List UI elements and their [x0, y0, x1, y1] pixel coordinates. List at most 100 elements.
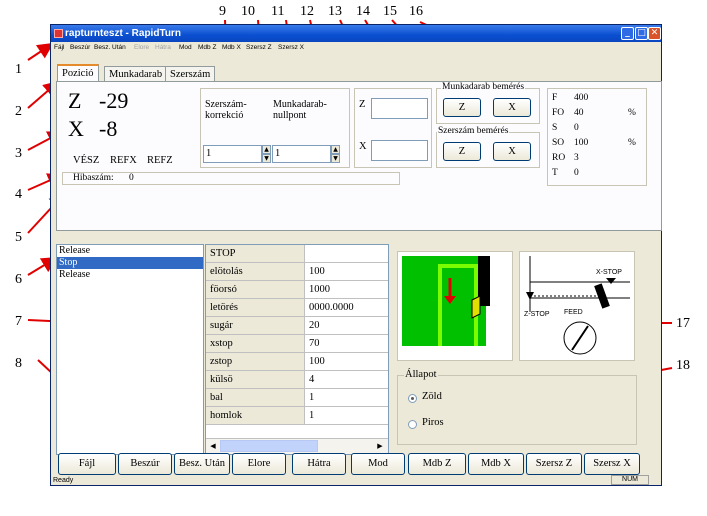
- elore-button[interactable]: Elore: [232, 453, 286, 475]
- param-key: zstop: [206, 353, 305, 370]
- menu-mod[interactable]: Mod: [179, 42, 192, 54]
- param-value[interactable]: 100: [307, 263, 325, 280]
- list-item[interactable]: Release: [57, 269, 203, 281]
- menu-szersz-x[interactable]: Szersz X: [278, 42, 304, 54]
- table-row[interactable]: letörés 0000.0000: [206, 299, 388, 317]
- table-row[interactable]: bal 1: [206, 389, 388, 407]
- state-red-label[interactable]: Piros: [422, 417, 444, 428]
- param-key: elötolás: [206, 263, 305, 280]
- app-icon: [54, 29, 63, 38]
- mod-button[interactable]: Mod: [351, 453, 405, 475]
- tool-teach-z-button[interactable]: Z: [443, 142, 481, 161]
- menu-elore[interactable]: Elore: [134, 42, 149, 54]
- flag-vesz: VÉSZ: [73, 155, 100, 166]
- list-item[interactable]: Stop: [57, 257, 203, 269]
- list-item[interactable]: Release: [57, 245, 203, 257]
- menu-fajl[interactable]: Fájl: [54, 42, 64, 54]
- close-button[interactable]: ✕: [648, 27, 661, 40]
- table-row[interactable]: elötolás 100: [206, 263, 388, 281]
- state-red-radio[interactable]: [408, 420, 417, 429]
- work-zero-field[interactable]: 1: [272, 145, 331, 163]
- callout-18: 18: [676, 358, 690, 373]
- param-key: homlok: [206, 407, 305, 424]
- table-row[interactable]: STOP: [206, 245, 388, 263]
- table-row[interactable]: külsö 4: [206, 371, 388, 389]
- param-value[interactable]: 1: [307, 407, 314, 424]
- param-value[interactable]: 70: [307, 335, 320, 352]
- scroll-thumb[interactable]: [220, 440, 318, 452]
- workpiece-teach-label: Munkadarab bemérés: [441, 82, 526, 92]
- status-ro-key: RO: [552, 153, 566, 163]
- menu-besz-utan[interactable]: Besz. Után: [94, 42, 126, 54]
- workpiece-teach-x-button[interactable]: X: [493, 98, 531, 117]
- szersz-z-button[interactable]: Szersz Z: [526, 453, 582, 475]
- maximize-button[interactable]: □: [635, 27, 648, 40]
- beszur-button[interactable]: Beszúr: [118, 453, 172, 475]
- param-key: bal: [206, 389, 305, 406]
- menu-beszur[interactable]: Beszúr: [70, 42, 90, 54]
- param-value[interactable]: 1000: [307, 281, 330, 298]
- tool-correction-up[interactable]: ▲: [262, 145, 271, 154]
- callout-15: 15: [383, 4, 397, 19]
- menu-mdb-z[interactable]: Mdb Z: [198, 42, 216, 54]
- work-zero-label: Munkadarab- nullpont: [273, 99, 327, 121]
- besz-utan-button[interactable]: Besz. Után: [174, 453, 230, 475]
- tool-correction-down[interactable]: ▼: [262, 154, 271, 163]
- status-fo-key: FO: [552, 108, 565, 118]
- callout-4: 4: [15, 187, 22, 202]
- param-value[interactable]: 0000.0000: [307, 299, 354, 316]
- status-ro-value: 3: [574, 153, 579, 163]
- param-value[interactable]: 100: [307, 353, 325, 370]
- state-green-label[interactable]: Zöld: [422, 391, 442, 402]
- mdb-z-button[interactable]: Mdb Z: [408, 453, 466, 475]
- callout-2: 2: [15, 104, 22, 119]
- param-value[interactable]: 1: [307, 389, 314, 406]
- flag-refx: REFX: [110, 155, 137, 166]
- coord-x-field[interactable]: [371, 140, 428, 161]
- window-title: rapturnteszt - RapidTurn: [65, 28, 181, 39]
- tool-teach-label: Szerszám bemérés: [437, 126, 510, 136]
- param-key: xstop: [206, 335, 305, 352]
- workpiece-teach-z-button[interactable]: Z: [443, 98, 481, 117]
- error-row: Hibaszám: 0: [62, 172, 400, 185]
- param-value[interactable]: 20: [307, 317, 320, 334]
- coord-z-field[interactable]: [371, 98, 428, 119]
- menu-mdb-x[interactable]: Mdb X: [222, 42, 241, 54]
- tab-szerszam[interactable]: Szerszám: [165, 66, 216, 81]
- operation-list[interactable]: Release Stop Release: [56, 244, 204, 455]
- mdb-x-button[interactable]: Mdb X: [468, 453, 524, 475]
- callout-6: 6: [15, 272, 22, 287]
- param-key: föorsó: [206, 281, 305, 298]
- minimize-button[interactable]: _: [621, 27, 634, 40]
- table-row[interactable]: sugár 20: [206, 317, 388, 335]
- state-green-radio[interactable]: [408, 394, 417, 403]
- stop-diagram-image: X-STOP Z-STOP FEED: [519, 251, 635, 361]
- status-t-key: T: [552, 168, 558, 178]
- callout-13: 13: [328, 4, 342, 19]
- tool-preview-image: [397, 251, 513, 361]
- hatra-button[interactable]: Hátra: [292, 453, 346, 475]
- callout-9: 9: [219, 4, 226, 19]
- table-row[interactable]: xstop 70: [206, 335, 388, 353]
- coord-z-label: Z: [359, 99, 366, 110]
- work-zero-down[interactable]: ▼: [331, 154, 340, 163]
- status-s-value: 0: [574, 123, 579, 133]
- tab-pozicio[interactable]: Pozició: [57, 64, 99, 82]
- tool-teach-x-button[interactable]: X: [493, 142, 531, 161]
- z-axis-label: Z: [68, 88, 82, 113]
- table-row[interactable]: zstop 100: [206, 353, 388, 371]
- param-value[interactable]: 4: [307, 371, 314, 388]
- tool-correction-field[interactable]: 1: [203, 145, 262, 163]
- table-row[interactable]: föorsó 1000: [206, 281, 388, 299]
- scroll-right-icon[interactable]: ▶: [374, 440, 386, 452]
- fajl-button[interactable]: Fájl: [58, 453, 116, 475]
- error-value: 0: [129, 173, 134, 183]
- menu-hatra[interactable]: Hátra: [155, 42, 171, 54]
- tab-munkadarab[interactable]: Munkadarab: [104, 66, 168, 81]
- szersz-x-button[interactable]: Szersz X: [584, 453, 640, 475]
- callout-12: 12: [300, 4, 314, 19]
- work-zero-up[interactable]: ▲: [331, 145, 340, 154]
- menu-szersz-z[interactable]: Szersz Z: [246, 42, 272, 54]
- scroll-left-icon[interactable]: ◀: [207, 440, 219, 452]
- table-row[interactable]: homlok 1: [206, 407, 388, 425]
